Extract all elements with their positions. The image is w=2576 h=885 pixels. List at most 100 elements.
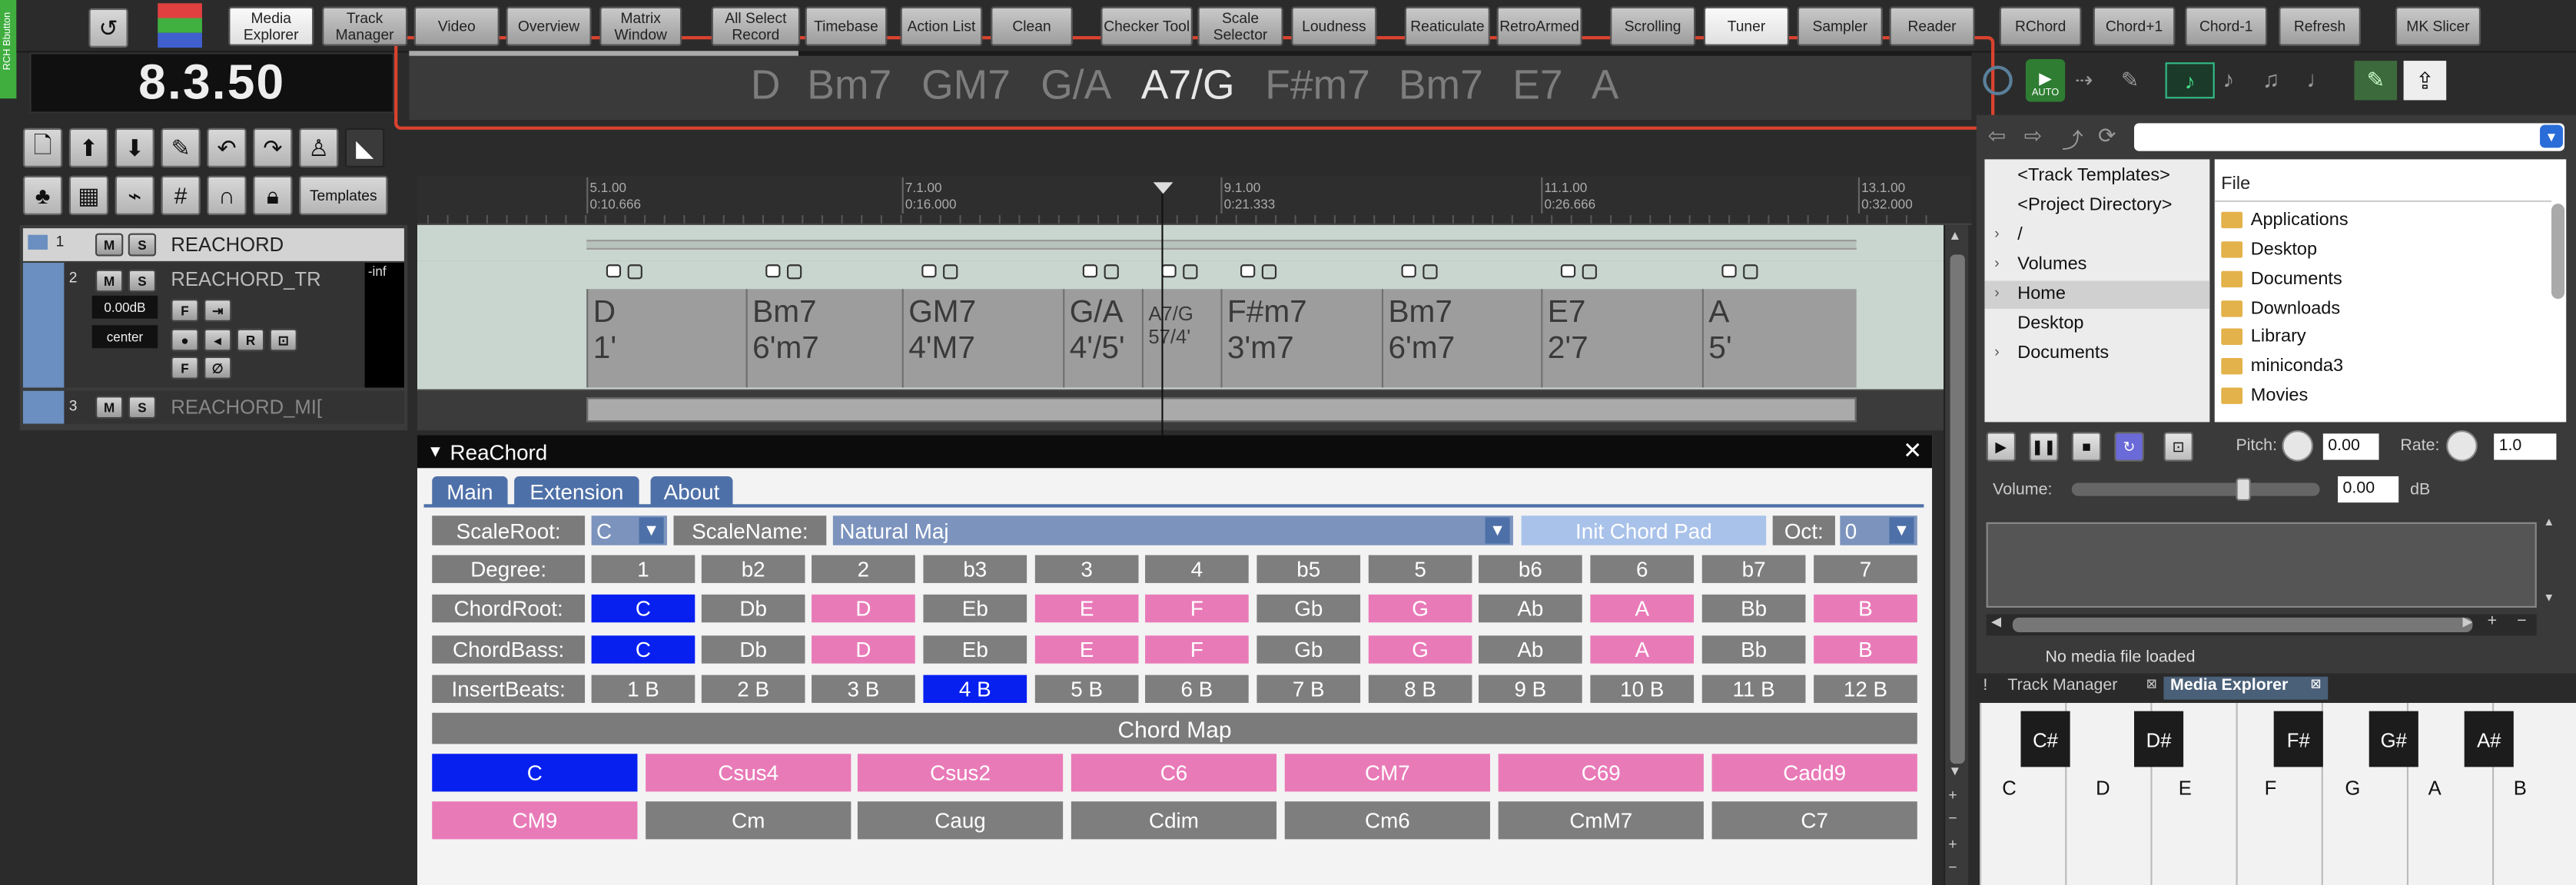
volume-input[interactable]: 0.00 — [2338, 476, 2399, 503]
toolbar-button-track-manager[interactable]: Track Manager — [322, 6, 408, 46]
chevron-right-icon[interactable]: › — [1994, 254, 1999, 270]
toolbar-button-overview[interactable]: Overview — [506, 6, 592, 46]
speech-icon[interactable] — [1721, 264, 1737, 278]
toolbar-button-matrix-window[interactable]: Matrix Window — [599, 6, 682, 46]
copy-icon[interactable] — [1183, 264, 1198, 280]
grid-view-icon[interactable]: ▦ — [68, 175, 109, 216]
copy-icon[interactable] — [943, 264, 958, 280]
grid-cell[interactable]: G — [1368, 635, 1472, 664]
mute-button[interactable]: M — [95, 233, 124, 257]
tab-track-manager[interactable]: Track Manager ⊠ — [2000, 677, 2164, 700]
chord-item[interactable]: Bm7 6'm7 — [1381, 289, 1542, 388]
arrow-icon[interactable]: ⇢ — [2075, 68, 2093, 94]
chord-map-cell[interactable]: C — [432, 754, 638, 792]
black-key[interactable]: D# — [2134, 711, 2184, 767]
mute-button[interactable]: M — [95, 269, 124, 293]
tab-media-explorer[interactable]: Media Explorer ⊠ — [2163, 676, 2329, 700]
grid-cell[interactable]: C — [591, 635, 695, 664]
chord-map-cell[interactable]: CmM7 — [1498, 801, 1704, 840]
toolbar-button-timebase[interactable]: Timebase — [805, 6, 888, 46]
folder-icon[interactable] — [28, 234, 48, 250]
black-key[interactable]: C# — [2020, 711, 2070, 767]
grid-cell[interactable]: F — [1145, 594, 1249, 623]
undo-icon[interactable]: ↶ — [207, 128, 247, 168]
file-list-item[interactable]: Applications — [2221, 210, 2349, 230]
grid-cell[interactable]: Eb — [923, 594, 1027, 623]
chord-map-cell[interactable]: C6 — [1071, 754, 1277, 792]
lock-icon[interactable]: 🔒︎ — [253, 175, 293, 216]
grid-cell[interactable]: 1 — [591, 555, 695, 583]
tree-item[interactable]: › Volumes — [1984, 251, 2209, 279]
path-select[interactable]: ▼ — [2134, 123, 2565, 151]
track-3-row[interactable]: 3 M S REACHORD_MI[ — [22, 390, 404, 424]
back-icon[interactable]: ⇦ — [1988, 123, 2006, 149]
grid-cell[interactable]: B — [1814, 594, 1917, 623]
redo-icon[interactable]: ↷ — [253, 128, 293, 168]
toolbar-button-scale-selector[interactable]: Scale Selector — [1197, 6, 1283, 46]
midi-item[interactable] — [586, 397, 1857, 423]
green-pen-icon[interactable]: ✎ — [2354, 61, 2398, 101]
options-button[interactable]: ⊡ — [2163, 432, 2193, 462]
grid-cell[interactable]: Bb — [1701, 635, 1806, 664]
metronome-icon[interactable]: ♙ — [299, 128, 339, 168]
toolbar-button-clean[interactable]: Clean — [991, 6, 1073, 46]
toolbar-button-refresh[interactable]: Refresh — [2279, 6, 2362, 46]
chevron-right-icon[interactable]: › — [1994, 284, 1999, 300]
grid-cell[interactable]: b2 — [701, 555, 805, 583]
file-list-item[interactable]: Downloads — [2221, 299, 2340, 319]
chord-item[interactable]: GM7 4'M7 — [901, 289, 1064, 388]
chord-map-cell[interactable]: Cm — [646, 801, 851, 840]
stop-button[interactable]: ■ — [2071, 432, 2102, 462]
toolbar-button-checker-tool[interactable]: Checker Tool — [1100, 6, 1193, 46]
chord-map-cell[interactable]: Cdim — [1071, 801, 1277, 840]
toolbar-button-sampler[interactable]: Sampler — [1797, 6, 1883, 46]
play-button[interactable]: ▶ — [1986, 432, 2017, 462]
grid-cell[interactable]: b6 — [1479, 555, 1582, 583]
chord-map-cell[interactable]: Cadd9 — [1711, 754, 1917, 792]
auto-button[interactable]: ▶ AUTO — [2025, 58, 2066, 102]
tree-item[interactable]: › Documents — [1984, 340, 2209, 368]
solo-button[interactable]: S — [128, 269, 157, 293]
reachord-titlebar[interactable]: ▼ ReaChord ✕ — [417, 435, 1933, 469]
chord-item[interactable]: Bm7 6'm7 — [745, 289, 902, 388]
ripple-edit-icon[interactable]: ◣ — [344, 128, 385, 168]
toolbar-button-video[interactable]: Video — [413, 6, 500, 46]
chord-item[interactable]: G/A 4'/5' — [1063, 289, 1142, 388]
chord-map-cell[interactable]: Caug — [857, 801, 1064, 840]
tree-item[interactable]: › Home — [1984, 280, 2210, 309]
upload-icon[interactable]: ⇪ — [2403, 61, 2447, 101]
zoom-out-icon[interactable]: − — [2517, 612, 2526, 631]
grid-cell[interactable]: 9 B — [1479, 675, 1582, 703]
toolbar-button-chord-1[interactable]: Chord+1 — [2093, 6, 2176, 46]
grouping-icon[interactable]: ♣ — [22, 175, 63, 216]
grid-cell[interactable]: 2 — [812, 555, 915, 583]
volume-slider[interactable] — [2071, 478, 2320, 502]
solo-button[interactable]: S — [128, 233, 157, 257]
grid-cell[interactable]: 7 B — [1256, 675, 1361, 703]
grid-cell[interactable]: 7 — [1814, 555, 1917, 583]
speech-icon[interactable] — [1240, 264, 1256, 278]
toolbar-button-loudness[interactable]: Loudness — [1291, 6, 1377, 46]
undo-history-button[interactable]: ↺ — [88, 8, 128, 48]
envelope-icon[interactable]: ⌁ — [115, 175, 154, 216]
chord-item[interactable]: D 1' — [586, 289, 746, 388]
grid-cell[interactable]: b5 — [1256, 555, 1361, 583]
copy-icon[interactable] — [1582, 264, 1597, 280]
toolbar-button-chord-1[interactable]: Chord-1 — [2185, 6, 2268, 46]
zoom-in-icon[interactable]: + — [1948, 787, 1957, 803]
save-project-icon[interactable]: ⬇ — [115, 128, 154, 168]
refresh-icon[interactable]: ⟳ — [2098, 123, 2116, 149]
rate-input[interactable]: 1.0 — [2494, 433, 2557, 460]
note-icon[interactable]: ♪ — [2222, 66, 2234, 92]
toolbar-button-all-select-record[interactable]: All Select Record — [711, 6, 801, 46]
pitch-input[interactable]: 0.00 — [2322, 433, 2379, 460]
grid-cell[interactable]: C — [591, 594, 695, 623]
close-icon[interactable]: ⊠ — [2310, 677, 2321, 691]
chord-item[interactable]: A 5' — [1701, 289, 1857, 388]
grid-cell[interactable]: 3 — [1034, 555, 1139, 583]
fx-chain-button[interactable]: F — [171, 356, 199, 380]
copy-icon[interactable] — [787, 264, 802, 280]
scroll-left-icon[interactable]: ◀ — [1991, 615, 2001, 629]
black-key[interactable]: A# — [2464, 711, 2514, 767]
tree-item[interactable]: <Project Directory> — [1984, 192, 2209, 220]
